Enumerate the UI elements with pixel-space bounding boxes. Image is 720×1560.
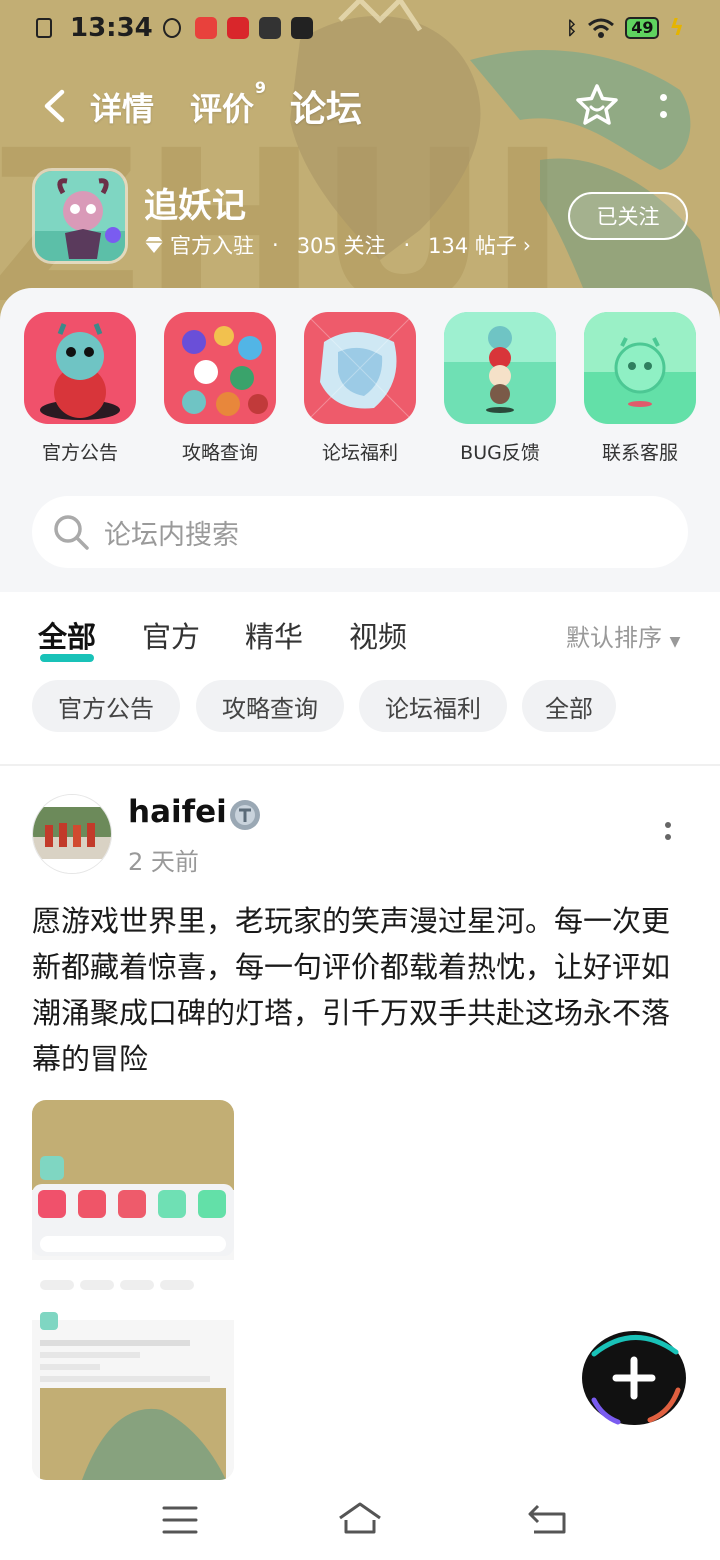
- author-avatar[interactable]: [32, 794, 112, 874]
- quick-link-guides[interactable]: 攻略查询: [164, 312, 276, 465]
- status-bar: 13:34 ᛒ 49 ϟ: [0, 0, 720, 56]
- home-icon: [339, 1502, 381, 1534]
- home-button[interactable]: [336, 1498, 384, 1538]
- support-tile-image: [584, 312, 696, 424]
- system-navigation-bar: [0, 1480, 720, 1560]
- star-icon: [576, 84, 618, 125]
- return-icon: [528, 1504, 566, 1534]
- official-label: 官方入驻: [170, 234, 254, 258]
- screenshot-icon: [36, 18, 52, 38]
- post-image-thumbnail[interactable]: [32, 1100, 234, 1480]
- filter-tab-all[interactable]: 全部: [38, 614, 96, 662]
- create-post-button[interactable]: [580, 1328, 688, 1428]
- chip-all[interactable]: 全部: [522, 680, 616, 732]
- status-time: 13:34: [70, 13, 153, 43]
- reviews-count-badge: 9: [254, 78, 267, 97]
- back-button[interactable]: [34, 86, 74, 126]
- more-options-button[interactable]: [648, 84, 678, 128]
- follow-button[interactable]: 已关注: [568, 192, 688, 240]
- filter-tab-official[interactable]: 官方: [142, 614, 200, 656]
- wifi-icon: [588, 18, 615, 38]
- favorite-button[interactable]: [574, 82, 620, 128]
- benefits-tile-image: [304, 312, 416, 424]
- bluetooth-icon: ᛒ: [566, 17, 578, 39]
- diamond-icon: [145, 237, 163, 253]
- battery-indicator: 49: [625, 17, 660, 39]
- play-icon: [162, 18, 181, 38]
- game-icon[interactable]: [32, 168, 128, 264]
- tab-details[interactable]: 详情: [90, 84, 154, 130]
- forum-panel: 官方公告 攻略查询 论坛福利 BUG反馈 联系客服 论坛内搜索: [0, 288, 720, 592]
- chevron-left-icon: [44, 89, 65, 123]
- forum-search-input[interactable]: 论坛内搜索: [32, 496, 688, 568]
- quick-link-announcements[interactable]: 官方公告: [24, 312, 136, 465]
- chip-benefits[interactable]: 论坛福利: [359, 680, 507, 732]
- post-more-button[interactable]: [660, 822, 676, 850]
- quick-link-support[interactable]: 联系客服: [584, 312, 696, 465]
- chip-announcements[interactable]: 官方公告: [32, 680, 180, 732]
- quick-link-benefits[interactable]: 论坛福利: [304, 312, 416, 465]
- verified-badge-icon: [228, 798, 262, 832]
- search-icon: [54, 515, 89, 550]
- game-info: 追妖记 官方入驻 · 305 关注 · 134 帖子 › 已关注: [32, 168, 692, 266]
- chevron-right-icon: ›: [522, 233, 531, 257]
- app-notification-icon: [226, 17, 249, 39]
- search-placeholder: 论坛内搜索: [104, 519, 239, 551]
- filter-tab-video[interactable]: 视频: [349, 614, 407, 656]
- quick-link-bug-report[interactable]: BUG反馈: [444, 312, 556, 465]
- app-notification-icon: [194, 17, 217, 39]
- chip-guides[interactable]: 攻略查询: [196, 680, 344, 732]
- plus-icon: [582, 1331, 686, 1425]
- game-title: 追妖记: [144, 186, 246, 226]
- tab-reviews[interactable]: 评价 9: [190, 78, 266, 130]
- tab-forum[interactable]: 论坛: [286, 80, 367, 132]
- sort-dropdown[interactable]: 默认排序 ▼: [566, 618, 680, 653]
- app-notification-icon: [290, 17, 313, 39]
- post-time: 2 天前: [128, 848, 199, 876]
- author-name[interactable]: haifei: [128, 794, 227, 830]
- bug-report-tile-image: [444, 312, 556, 424]
- menu-button[interactable]: [156, 1498, 204, 1538]
- charging-icon: ϟ: [669, 15, 684, 41]
- telegram-icon: [258, 17, 281, 39]
- back-nav-button[interactable]: [524, 1498, 572, 1538]
- top-navigation: 详情 评价 9 论坛: [0, 72, 720, 142]
- post-filters: 全部 官方 精华 视频 默认排序 ▼ 官方公告 攻略查询 论坛福利 全部: [0, 592, 720, 764]
- filter-tab-featured[interactable]: 精华: [245, 614, 303, 656]
- game-meta[interactable]: 官方入驻 · 305 关注 · 134 帖子 ›: [144, 230, 531, 260]
- guides-tile-image: [164, 312, 276, 424]
- post-count: 134 帖子: [428, 234, 517, 258]
- caret-down-icon: ▼: [669, 634, 681, 650]
- post-content[interactable]: 愿游戏世界里，老玩家的笑声漫过星河。每一次更新都藏着惊喜，每一句评价都载着热忱，…: [32, 898, 688, 1082]
- follow-count: 305 关注: [296, 234, 386, 258]
- menu-icon: [162, 1506, 198, 1534]
- announcement-tile-image: [24, 312, 136, 424]
